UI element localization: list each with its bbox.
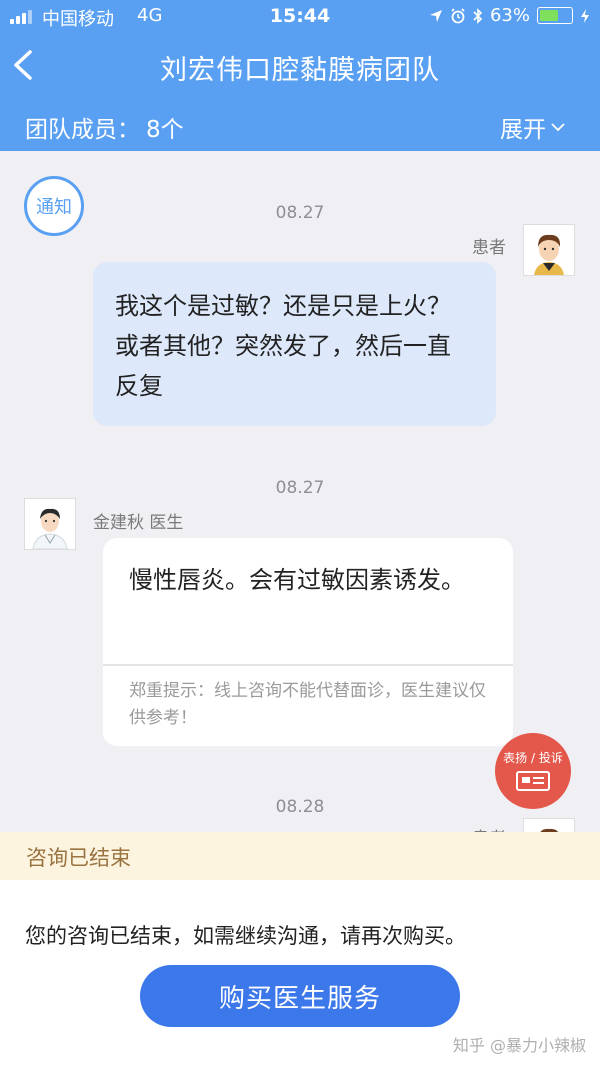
patient-message-bubble: 我这个是过敏？还是只是上火？或者其他？突然发了，然后一直反复 (93, 262, 496, 426)
team-members-label: 团队成员： (25, 117, 140, 143)
buy-doctor-service-button[interactable]: 购买医生服务 (140, 965, 460, 1027)
status-bar: 中国移动 4G 15:44 63% (0, 0, 600, 34)
doctor-avatar[interactable] (24, 498, 76, 550)
watermark: 知乎 @暴力小辣椒 (452, 1036, 586, 1055)
chevron-down-icon (551, 123, 565, 132)
disclaimer-text: 郑重提示：线上咨询不能代替面诊，医生建议仅供参考！ (129, 681, 486, 728)
message-date: 08.27 (275, 478, 325, 498)
patient-avatar[interactable] (523, 818, 575, 832)
header: 中国移动 4G 15:44 63% 刘宏伟口腔黏膜病团队 团队成员： 8个 展开 (0, 0, 600, 151)
nav-bar: 刘宏伟口腔黏膜病团队 (0, 34, 600, 100)
team-members: 团队成员： 8个 (25, 110, 184, 144)
message-date: 08.28 (275, 797, 325, 817)
expand-label: 展开 (500, 117, 546, 143)
patient-avatar-image (524, 225, 574, 275)
expand-button[interactable]: 展开 (500, 110, 566, 144)
battery-icon (537, 7, 573, 24)
message-text: 我这个是过敏？还是只是上火？或者其他？突然发了，然后一直反复 (115, 292, 451, 400)
doctor-message-bubble: 慢性唇炎。会有过敏因素诱发。 郑重提示：线上咨询不能代替面诊，医生建议仅供参考！ (103, 538, 513, 746)
bubble-divider (103, 664, 513, 666)
consult-status-text: 咨询已结束 (26, 846, 131, 870)
charging-icon (581, 8, 589, 23)
alarm-icon (451, 7, 465, 23)
doctor-avatar-image (25, 499, 75, 549)
certificate-icon (516, 771, 550, 791)
message-date: 08.27 (275, 203, 325, 223)
patient-avatar[interactable] (523, 224, 575, 276)
message-text: 慢性唇炎。会有过敏因素诱发。 (129, 566, 465, 594)
consult-status-bar: 咨询已结束 (0, 832, 600, 880)
location-arrow-icon (429, 9, 442, 22)
sender-name: 患者 (472, 238, 506, 258)
team-members-count: 8个 (146, 117, 184, 143)
patient-avatar-image (524, 819, 574, 832)
sender-name: 金建秋 医生 (93, 513, 184, 533)
page-title: 刘宏伟口腔黏膜病团队 (160, 55, 440, 86)
battery-percent: 63% (489, 5, 530, 26)
praise-complaint-label: 表扬 / 投诉 (503, 751, 563, 765)
consult-ended-message: 您的咨询已结束，如需继续沟通，请再次购买。 (25, 924, 466, 948)
bluetooth-icon (473, 7, 483, 24)
sender-name: 患者 (472, 824, 506, 832)
